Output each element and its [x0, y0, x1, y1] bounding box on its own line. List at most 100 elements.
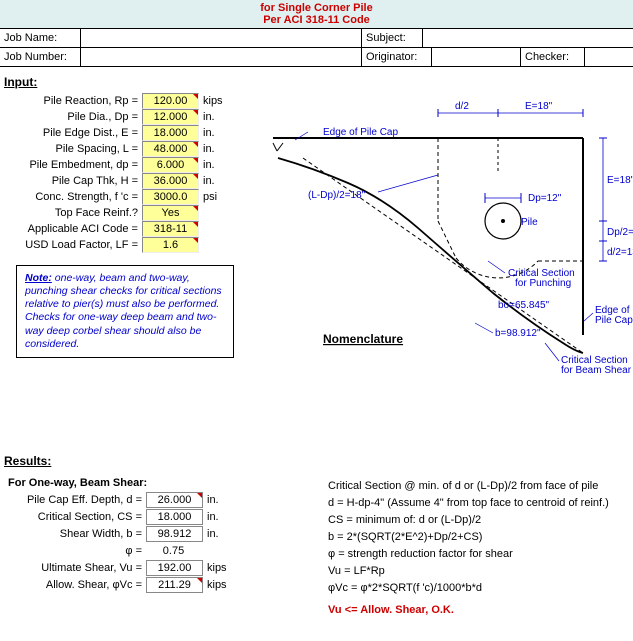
dim-dp2: Dp/2=6": [607, 227, 633, 238]
results-title: Results:: [0, 446, 633, 472]
job-name-value[interactable]: [81, 29, 362, 47]
dim-e-right: E=18": [607, 175, 633, 186]
ok-line: Vu <= Allow. Shear, O.K.: [328, 604, 625, 616]
results-section-title: For One-way, Beam Shear:: [8, 477, 328, 489]
diagram: d/2 E=18" Edge of Pile Cap Pile Dp=12": [263, 93, 633, 446]
results-note: φ = strength reduction factor for shear: [328, 545, 625, 562]
results-note: φVc = φ*2*SQRT(f 'c)/1000*b*d: [328, 579, 625, 596]
subject-value[interactable]: [423, 29, 633, 47]
results-unit: in.: [203, 494, 219, 506]
input-label: Pile Edge Dist., E =: [8, 127, 142, 139]
dim-d2: d/2: [455, 101, 469, 112]
input-value[interactable]: 6.000: [142, 157, 199, 173]
input-row: Pile Cap Thk, H =36.000in.: [8, 173, 263, 189]
results-value: 0.75: [146, 544, 201, 558]
note-box: Note: one-way, beam and two-way, punchin…: [16, 265, 234, 358]
results-row: Pile Cap Eff. Depth, d =26.000in.: [8, 491, 328, 508]
input-row: Conc. Strength, f 'c =3000.0psi: [8, 189, 263, 205]
input-row: Pile Edge Dist., E =18.000in.: [8, 125, 263, 141]
subject-label: Subject:: [362, 29, 423, 47]
results-value: 26.000: [146, 492, 203, 508]
results-value: 192.00: [146, 560, 203, 576]
input-unit: in.: [199, 127, 215, 139]
input-label: Pile Cap Thk, H =: [8, 175, 142, 187]
input-row: Pile Reaction, Rp =120.00kips: [8, 93, 263, 109]
input-row: Pile Dia., Dp =12.000in.: [8, 109, 263, 125]
results-value: 98.912: [146, 526, 203, 542]
edge-cap-label: Edge of Pile Cap: [323, 127, 398, 138]
input-value[interactable]: 318-11: [142, 221, 199, 237]
input-row: Pile Embedment, dp =6.000in.: [8, 157, 263, 173]
dim-d2r: d/2=13": [607, 247, 633, 258]
job-name-label: Job Name:: [0, 29, 81, 47]
input-row: USD Load Factor, LF =1.6: [8, 237, 263, 253]
results-note: CS = minimum of: d or (L-Dp)/2: [328, 511, 625, 528]
checker-value[interactable]: [585, 48, 633, 66]
checker-label: Checker:: [521, 48, 585, 66]
results-row: Critical Section, CS =18.000in.: [8, 508, 328, 525]
results-note: d = H-dp-4" (Assume 4" from top face to …: [328, 494, 625, 511]
results-label: Shear Width, b =: [8, 528, 146, 540]
input-unit: in.: [199, 159, 215, 171]
results-label: Allow. Shear, φVc =: [8, 579, 146, 591]
results-note: b = 2*(SQRT(2*E^2)+Dp/2+CS): [328, 528, 625, 545]
input-label: Pile Reaction, Rp =: [8, 95, 142, 107]
header-line1: for Single Corner Pile: [0, 2, 633, 14]
results-unit: in.: [203, 528, 219, 540]
results-row: Ultimate Shear, Vu =192.00kips: [8, 559, 328, 576]
job-number-value[interactable]: [81, 48, 362, 66]
results-label: Ultimate Shear, Vu =: [8, 562, 146, 574]
dim-ldp: (L-Dp)/2=18": [308, 190, 366, 201]
header-line2: Per ACI 318-11 Code: [0, 14, 633, 26]
results-unit: kips: [203, 579, 227, 591]
dim-bo: bo=65.845": [498, 300, 550, 311]
input-value[interactable]: 36.000: [142, 173, 199, 189]
input-value[interactable]: 12.000: [142, 109, 199, 125]
input-value[interactable]: 3000.0: [142, 189, 199, 205]
originator-label: Originator:: [362, 48, 432, 66]
results-note: Vu = LF*Rp: [328, 562, 625, 579]
edge-cap-2b: Pile Cap: [595, 315, 633, 326]
nomenclature-label: Nomenclature: [323, 332, 403, 346]
header: for Single Corner Pile Per ACI 318-11 Co…: [0, 0, 633, 29]
input-label: Top Face Reinf.?: [8, 207, 142, 219]
crit-beam-2: for Beam Shear: [561, 365, 632, 376]
results-value: 211.29: [146, 577, 203, 593]
input-value[interactable]: 48.000: [142, 141, 199, 157]
nomenclature-svg: d/2 E=18" Edge of Pile Cap Pile Dp=12": [263, 93, 633, 443]
results-label: φ =: [8, 545, 146, 557]
dim-b: b=98.912": [495, 328, 541, 339]
results-row: φ =0.75: [8, 542, 328, 559]
input-label: Applicable ACI Code =: [8, 223, 142, 235]
input-unit: psi: [199, 191, 217, 203]
info-row-2: Job Number: Originator: Checker:: [0, 48, 633, 67]
input-row: Top Face Reinf.?Yes: [8, 205, 263, 221]
input-row: Applicable ACI Code =318-11: [8, 221, 263, 237]
input-title: Input:: [0, 67, 633, 93]
results-value: 18.000: [146, 509, 203, 525]
input-label: Conc. Strength, f 'c =: [8, 191, 142, 203]
input-unit: in.: [199, 111, 215, 123]
input-unit: in.: [199, 175, 215, 187]
pile-label: Pile: [521, 217, 538, 228]
results-row: Allow. Shear, φVc =211.29kips: [8, 576, 328, 593]
note-lead: Note:: [25, 272, 52, 284]
info-row-1: Job Name: Subject:: [0, 29, 633, 48]
input-value[interactable]: 18.000: [142, 125, 199, 141]
input-value[interactable]: 120.00: [142, 93, 199, 109]
input-row: Pile Spacing, L =48.000in.: [8, 141, 263, 157]
crit-punch-2: for Punching: [515, 278, 571, 289]
originator-value[interactable]: [432, 48, 521, 66]
input-label: Pile Embedment, dp =: [8, 159, 142, 171]
results-label: Critical Section, CS =: [8, 511, 146, 523]
results-unit: kips: [203, 562, 227, 574]
note-text: one-way, beam and two-way, punching shea…: [25, 272, 222, 350]
input-value[interactable]: 1.6: [142, 237, 199, 253]
dim-e: E=18": [525, 101, 553, 112]
dim-dp: Dp=12": [528, 193, 562, 204]
input-label: Pile Dia., Dp =: [8, 111, 142, 123]
results-unit: in.: [203, 511, 219, 523]
input-unit: in.: [199, 143, 215, 155]
results-note: Critical Section @ min. of d or (L-Dp)/2…: [328, 477, 625, 494]
input-value[interactable]: Yes: [142, 205, 199, 221]
